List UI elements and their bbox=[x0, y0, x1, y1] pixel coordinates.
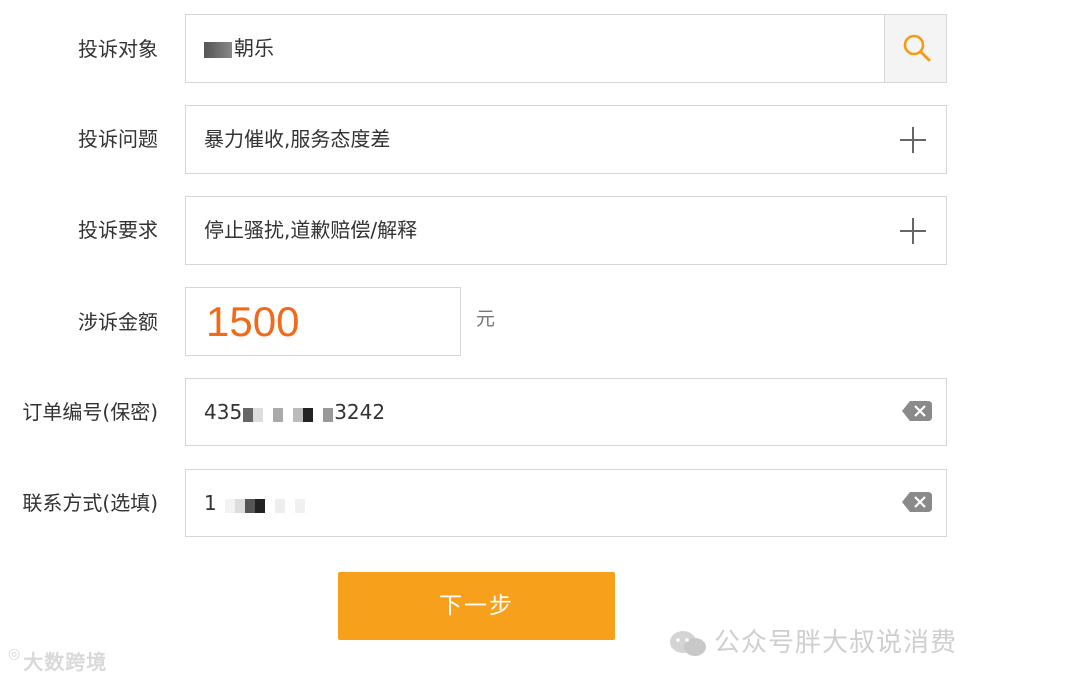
watermark-left: ◎ 大数跨境 bbox=[8, 646, 108, 674]
order-number-field[interactable]: 435 3242 bbox=[185, 378, 947, 446]
plus-icon[interactable] bbox=[900, 218, 926, 244]
clear-icon[interactable] bbox=[902, 492, 932, 512]
complaint-issue-label: 投诉问题 bbox=[78, 127, 158, 151]
complaint-demand-value: 停止骚扰,道歉赔偿/解释 bbox=[204, 218, 418, 242]
redacted-block bbox=[204, 41, 232, 58]
amount-unit: 元 bbox=[476, 308, 496, 330]
watermark-right: 公众号胖大叔说消费 bbox=[668, 622, 957, 659]
complaint-demand-label: 投诉要求 bbox=[78, 218, 158, 242]
redacted-block bbox=[243, 381, 334, 447]
amount-value: 1500 bbox=[206, 298, 300, 345]
logo-icon: ◎ bbox=[8, 646, 22, 662]
order-number-label: 订单编号(保密) bbox=[22, 400, 158, 424]
complaint-issue-value: 暴力催收,服务态度差 bbox=[204, 127, 391, 151]
plus-icon[interactable] bbox=[900, 127, 926, 153]
contact-label: 联系方式(选填) bbox=[22, 491, 158, 515]
search-button[interactable] bbox=[884, 15, 946, 82]
contact-field[interactable]: 1 bbox=[185, 469, 947, 537]
complaint-target-label: 投诉对象 bbox=[78, 37, 158, 61]
clear-icon[interactable] bbox=[902, 401, 932, 421]
wechat-icon bbox=[670, 630, 706, 656]
contact-value: 1 bbox=[204, 470, 305, 534]
amount-input[interactable]: 1500 bbox=[185, 287, 461, 356]
complaint-target-field[interactable]: 朝乐 bbox=[185, 14, 947, 83]
redacted-block bbox=[224, 472, 305, 538]
order-number-value: 435 3242 bbox=[204, 379, 385, 443]
amount-label: 涉诉金额 bbox=[78, 310, 158, 334]
complaint-target-value: 朝乐 bbox=[204, 15, 274, 79]
next-step-button[interactable]: 下一步 bbox=[338, 572, 615, 640]
complaint-issue-field[interactable]: 暴力催收,服务态度差 bbox=[185, 105, 947, 174]
complaint-demand-field[interactable]: 停止骚扰,道歉赔偿/解释 bbox=[185, 196, 947, 265]
search-icon bbox=[903, 34, 931, 62]
